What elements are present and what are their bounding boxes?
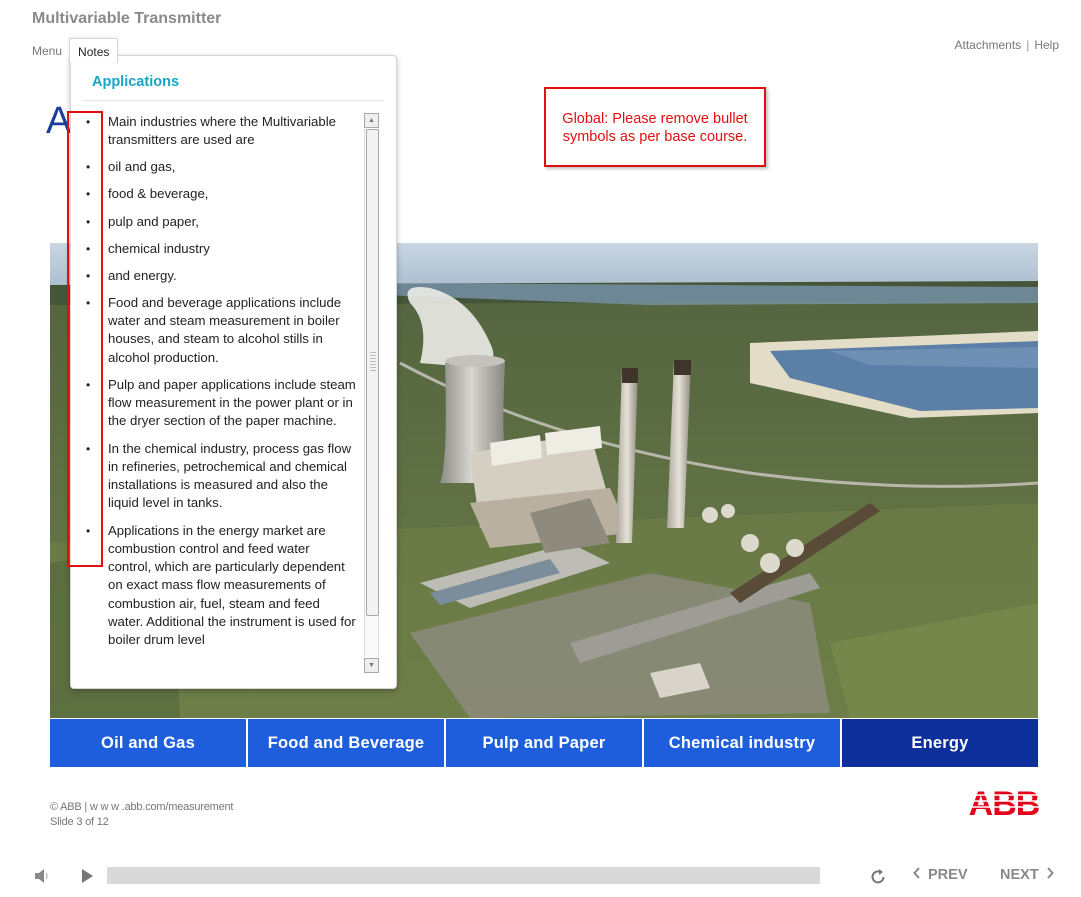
- industry-tab-bar: Oil and Gas Food and Beverage Pulp and P…: [50, 719, 1038, 767]
- nav-separator: |: [1026, 38, 1030, 52]
- notes-list: Main industries where the Multivariable …: [79, 113, 356, 650]
- chevron-right-icon: [1046, 867, 1054, 883]
- notes-item: food & beverage,: [79, 185, 356, 204]
- notes-item: Pulp and paper applications include stea…: [79, 376, 356, 431]
- scroll-thumb[interactable]: [366, 129, 379, 616]
- notes-body[interactable]: Main industries where the Multivariable …: [79, 113, 356, 673]
- audio-icon[interactable]: [34, 868, 52, 889]
- tab-oil-and-gas[interactable]: Oil and Gas: [50, 719, 248, 767]
- bullet-highlight-annotation: [67, 111, 103, 567]
- notes-item: In the chemical industry, process gas fl…: [79, 440, 356, 513]
- replay-icon[interactable]: [868, 867, 888, 892]
- play-icon[interactable]: [80, 868, 94, 889]
- prev-label: PREV: [928, 867, 968, 883]
- tab-energy[interactable]: Energy: [842, 719, 1038, 767]
- scroll-grip: [370, 352, 376, 372]
- top-nav-left: Menu Notes: [32, 38, 119, 63]
- copyright-text: © ABB | w w w .abb.com/measurement: [50, 801, 234, 813]
- footer: © ABB | w w w .abb.com/measurement Slide…: [50, 800, 233, 830]
- notes-item: pulp and paper,: [79, 213, 356, 232]
- notes-item: Food and beverage applications include w…: [79, 294, 356, 367]
- scroll-track[interactable]: [364, 129, 379, 657]
- prev-button[interactable]: PREV: [913, 867, 968, 883]
- abb-logo: ABB: [966, 785, 1042, 824]
- top-nav-right: Attachments | Help: [954, 38, 1059, 52]
- notes-scrollbar[interactable]: ▲ ▼: [364, 113, 380, 673]
- tab-chemical-industry[interactable]: Chemical industry: [644, 719, 842, 767]
- notes-item: chemical industry: [79, 240, 356, 259]
- player-controls: PREV NEXT: [0, 858, 1081, 894]
- course-title: Multivariable Transmitter: [32, 10, 222, 27]
- scroll-down-arrow-icon[interactable]: ▼: [364, 658, 379, 673]
- review-comment[interactable]: Global: Please remove bullet symbols as …: [544, 87, 766, 167]
- svg-text:ABB: ABB: [969, 787, 1040, 819]
- chevron-left-icon: [913, 867, 921, 883]
- notes-item: oil and gas,: [79, 158, 356, 177]
- notes-tab[interactable]: Notes: [69, 38, 119, 63]
- notes-item: and energy.: [79, 267, 356, 286]
- menu-link[interactable]: Menu: [32, 44, 62, 58]
- notes-item: Applications in the energy market are co…: [79, 522, 356, 650]
- next-label: NEXT: [1000, 867, 1039, 883]
- scroll-up-arrow-icon[interactable]: ▲: [364, 113, 379, 128]
- notes-divider: [83, 100, 384, 101]
- notes-panel: Applications Main industries where the M…: [70, 55, 397, 689]
- slide-counter: Slide 3 of 12: [50, 816, 109, 828]
- tab-food-and-beverage[interactable]: Food and Beverage: [248, 719, 446, 767]
- next-button[interactable]: NEXT: [1000, 867, 1054, 883]
- notes-item: Main industries where the Multivariable …: [79, 113, 356, 150]
- tab-pulp-and-paper[interactable]: Pulp and Paper: [446, 719, 644, 767]
- notes-title: Applications: [92, 74, 180, 90]
- attachments-link[interactable]: Attachments: [954, 38, 1021, 52]
- progress-bar[interactable]: [107, 867, 820, 884]
- help-link[interactable]: Help: [1034, 38, 1059, 52]
